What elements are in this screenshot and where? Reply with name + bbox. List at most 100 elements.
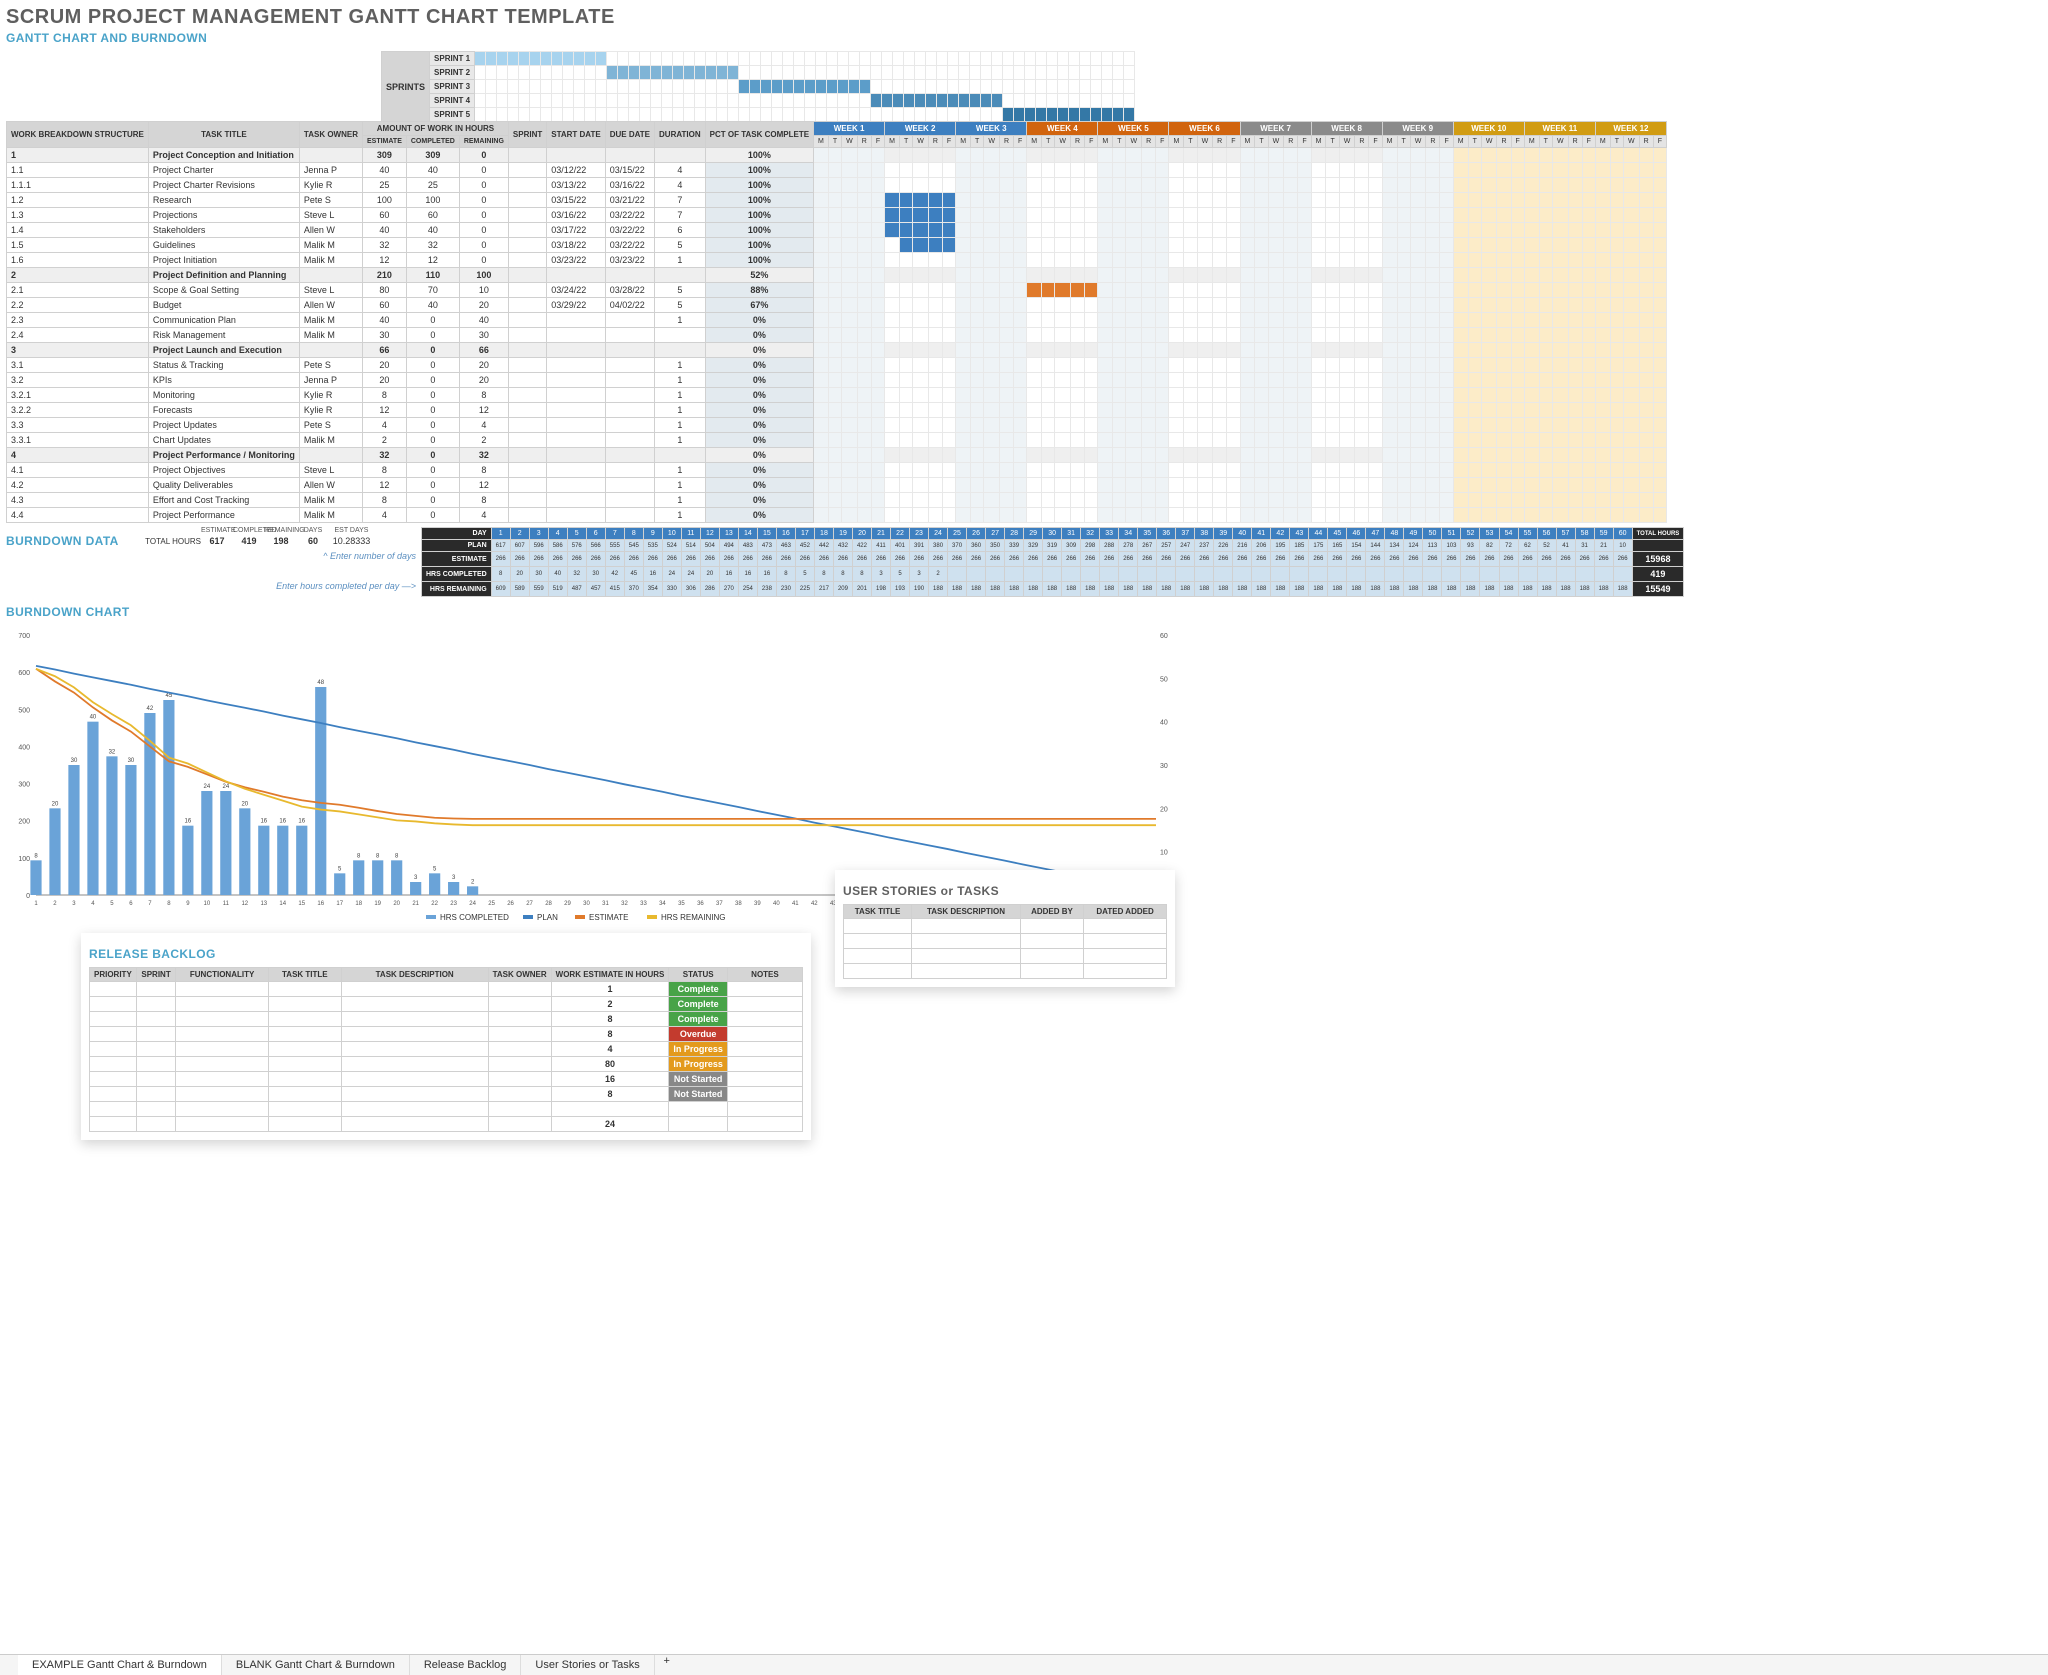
task-row[interactable]: 2.1Scope & Goal SettingSteve L80701003/2… <box>7 283 1667 298</box>
col-pct: PCT OF TASK COMPLETE <box>705 122 813 148</box>
task-row[interactable]: 3Project Launch and Execution660660% <box>7 343 1667 358</box>
svg-text:3: 3 <box>414 875 418 881</box>
col-owner: TASK OWNER <box>299 122 362 148</box>
svg-text:30: 30 <box>71 758 78 764</box>
task-row[interactable]: 4.2Quality DeliverablesAllen W1201210% <box>7 478 1667 493</box>
task-row[interactable]: 1.1Project CharterJenna P4040003/12/2203… <box>7 163 1667 178</box>
user-stories-title: USER STORIES or TASKS <box>843 884 1167 898</box>
task-row[interactable]: 3.3Project UpdatesPete S40410% <box>7 418 1667 433</box>
svg-text:400: 400 <box>18 744 30 751</box>
backlog-row[interactable]: 80In Progress <box>90 1057 803 1072</box>
week-header: WEEK 7 <box>1240 122 1311 136</box>
svg-text:37: 37 <box>716 901 723 907</box>
backlog-row[interactable]: 2Complete <box>90 997 803 1012</box>
backlog-row[interactable]: 16Not Started <box>90 1072 803 1087</box>
task-row[interactable]: 2.3Communication PlanMalik M4004010% <box>7 313 1667 328</box>
backlog-row[interactable] <box>90 1102 803 1117</box>
task-row[interactable]: 3.2.2ForecastsKylie R1201210% <box>7 403 1667 418</box>
col-due: DUE DATE <box>605 122 654 148</box>
svg-text:300: 300 <box>18 782 30 789</box>
svg-text:32: 32 <box>621 901 628 907</box>
backlog-row[interactable]: 8Not Started <box>90 1087 803 1102</box>
svg-text:40: 40 <box>1160 720 1168 727</box>
task-row[interactable]: 4Project Performance / Monitoring320320% <box>7 448 1667 463</box>
backlog-row[interactable]: 4In Progress <box>90 1042 803 1057</box>
release-backlog-table: PRIORITYSPRINTFUNCTIONALITYTASK TITLETAS… <box>89 967 803 1132</box>
svg-text:50: 50 <box>1160 676 1168 683</box>
total-rem: 198 <box>265 536 297 546</box>
svg-text:27: 27 <box>526 901 533 907</box>
task-row[interactable]: 1.6Project InitiationMalik M1212003/23/2… <box>7 253 1667 268</box>
task-row[interactable]: 2.2BudgetAllen W60402003/29/2204/02/2256… <box>7 298 1667 313</box>
sprint-row-label: SPRINT 5 <box>430 108 475 122</box>
task-row[interactable]: 1Project Conception and Initiation309309… <box>7 148 1667 163</box>
total-hours-label: TOTAL HOURS <box>136 537 201 546</box>
task-row[interactable]: 1.1.1Project Charter RevisionsKylie R252… <box>7 178 1667 193</box>
totals-col-comp: COMPLETED <box>233 527 265 534</box>
sheet-tab[interactable]: User Stories or Tasks <box>521 1655 654 1675</box>
week-header: WEEK 11 <box>1524 122 1595 136</box>
task-row[interactable]: 1.5GuidelinesMalik M3232003/18/2203/22/2… <box>7 238 1667 253</box>
svg-text:28: 28 <box>545 901 552 907</box>
svg-text:5: 5 <box>433 866 437 872</box>
backlog-row[interactable]: 8Overdue <box>90 1027 803 1042</box>
add-sheet-button[interactable]: + <box>655 1655 679 1675</box>
svg-text:16: 16 <box>298 819 305 825</box>
svg-text:33: 33 <box>640 901 647 907</box>
svg-text:4: 4 <box>91 901 95 907</box>
backlog-col: TASK DESCRIPTION <box>341 968 488 982</box>
task-row[interactable]: 4.4Project PerformanceMalik M40410% <box>7 508 1667 523</box>
svg-text:2: 2 <box>53 901 57 907</box>
svg-text:35: 35 <box>678 901 685 907</box>
sprint-row-label: SPRINT 3 <box>430 80 475 94</box>
svg-text:10: 10 <box>204 901 211 907</box>
task-row[interactable]: 3.2.1MonitoringKylie R80810% <box>7 388 1667 403</box>
task-row[interactable]: 2.4Risk ManagementMalik M300300% <box>7 328 1667 343</box>
svg-text:24: 24 <box>469 901 476 907</box>
total-est: 617 <box>201 536 233 546</box>
totals-col-rem: REMAINING <box>265 527 297 534</box>
backlog-col: STATUS <box>669 968 728 982</box>
task-row[interactable]: 4.3Effort and Cost TrackingMalik M80810% <box>7 493 1667 508</box>
svg-text:48: 48 <box>317 680 324 686</box>
task-row[interactable]: 3.3.1Chart UpdatesMalik M20210% <box>7 433 1667 448</box>
release-backlog-title: RELEASE BACKLOG <box>89 947 803 961</box>
col-dur: DURATION <box>655 122 706 148</box>
task-row[interactable]: 1.2ResearchPete S100100003/15/2203/21/22… <box>7 193 1667 208</box>
help-enter-hours: Enter hours completed per day —> <box>6 581 416 591</box>
sheet-tab[interactable]: EXAMPLE Gantt Chart & Burndown <box>18 1655 222 1675</box>
col-hours: AMOUNT OF WORK IN HOURS <box>363 122 509 136</box>
backlog-row[interactable]: 8Complete <box>90 1012 803 1027</box>
svg-text:ESTIMATE: ESTIMATE <box>589 913 628 922</box>
svg-text:8: 8 <box>376 853 380 859</box>
task-row[interactable]: 4.1Project ObjectivesSteve L80810% <box>7 463 1667 478</box>
svg-text:500: 500 <box>18 707 30 714</box>
sheet-tab[interactable]: BLANK Gantt Chart & Burndown <box>222 1655 410 1675</box>
svg-text:34: 34 <box>659 901 666 907</box>
svg-text:25: 25 <box>488 901 495 907</box>
task-row[interactable]: 3.1Status & TrackingPete S2002010% <box>7 358 1667 373</box>
svg-text:200: 200 <box>18 819 30 826</box>
svg-text:PLAN: PLAN <box>537 913 558 922</box>
svg-text:40: 40 <box>773 901 780 907</box>
backlog-col: TASK OWNER <box>488 968 551 982</box>
backlog-row[interactable]: 1Complete <box>90 982 803 997</box>
svg-text:42: 42 <box>147 706 154 712</box>
sprint-row-label: SPRINT 4 <box>430 94 475 108</box>
task-row[interactable]: 2Project Definition and Planning21011010… <box>7 268 1667 283</box>
svg-text:2: 2 <box>471 879 475 885</box>
task-row[interactable]: 1.3ProjectionsSteve L6060003/16/2203/22/… <box>7 208 1667 223</box>
burndown-data-title: BURNDOWN DATA <box>6 534 136 548</box>
svg-text:13: 13 <box>260 901 267 907</box>
week-header: WEEK 9 <box>1382 122 1453 136</box>
task-row[interactable]: 3.2KPIsJenna P2002010% <box>7 373 1667 388</box>
sheet-tab[interactable]: Release Backlog <box>410 1655 522 1675</box>
week-header: WEEK 8 <box>1311 122 1382 136</box>
burndown-chart-title: BURNDOWN CHART <box>6 605 2042 619</box>
svg-text:20: 20 <box>241 801 248 807</box>
svg-text:11: 11 <box>223 901 230 907</box>
task-row[interactable]: 1.4StakeholdersAllen W4040003/17/2203/22… <box>7 223 1667 238</box>
svg-text:12: 12 <box>241 901 248 907</box>
backlog-row[interactable]: 24 <box>90 1117 803 1132</box>
svg-text:24: 24 <box>204 784 211 790</box>
